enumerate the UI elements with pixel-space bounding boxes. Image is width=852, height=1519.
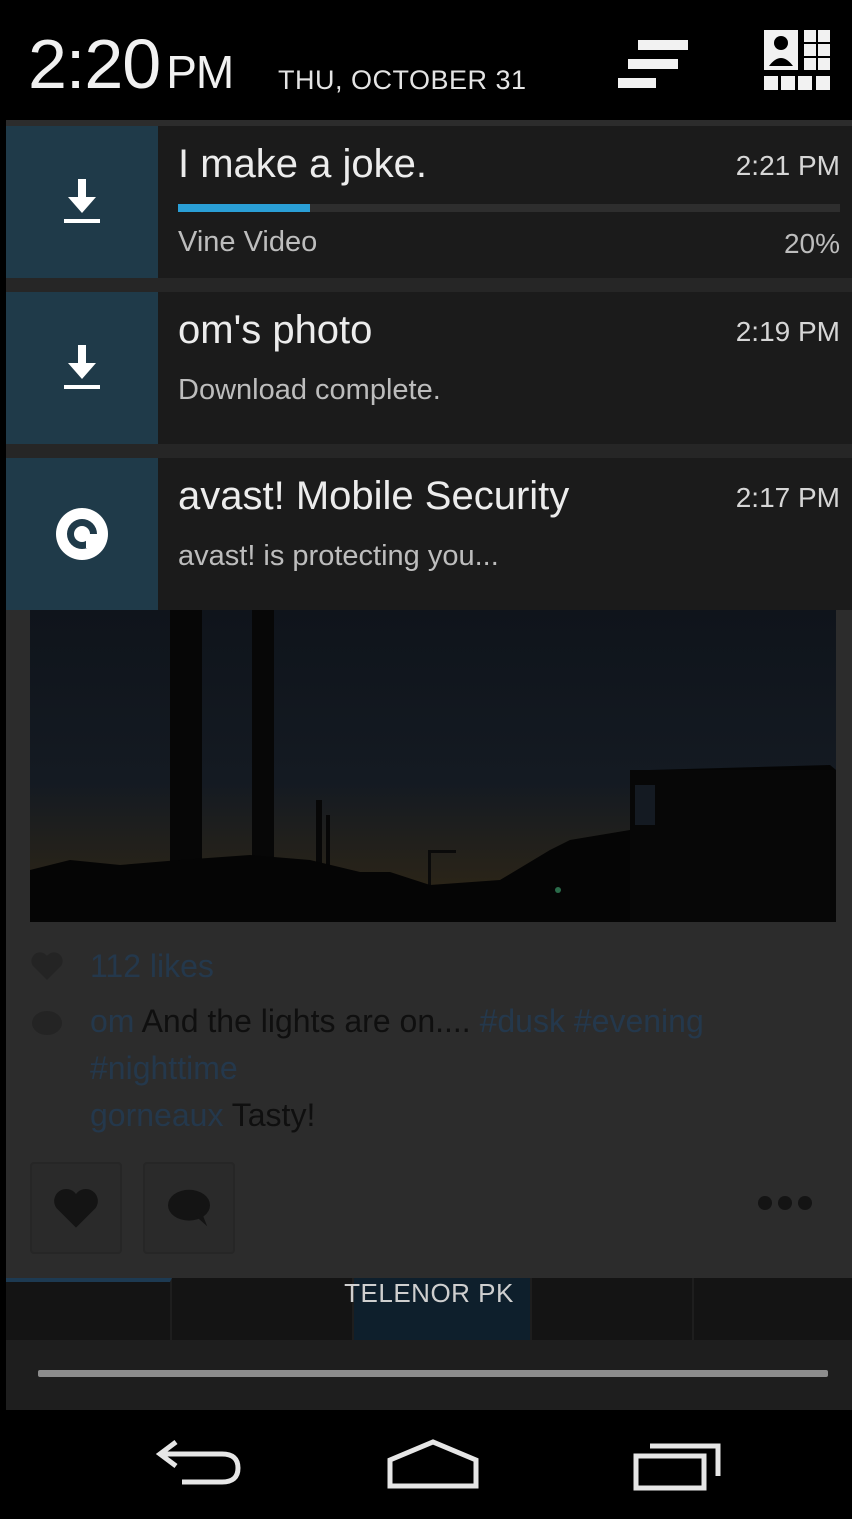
download-icon — [64, 179, 100, 223]
navigation-bar — [6, 1410, 852, 1519]
comment-user[interactable]: gorneaux — [90, 1097, 223, 1133]
download-progress-bar — [178, 204, 840, 212]
notification-title: avast! Mobile Security — [178, 474, 570, 518]
caption-text: And the lights are on.... — [134, 1003, 480, 1039]
quick-settings-grid-icon[interactable] — [764, 30, 830, 96]
carrier-label: TELENOR PK — [344, 1278, 514, 1308]
likes-row: 112 likes — [30, 946, 214, 986]
notification-subtitle: Vine Video — [178, 226, 318, 258]
sliders-icon[interactable] — [616, 36, 692, 92]
caption-line: om And the lights are on.... #dusk #even… — [30, 998, 820, 1045]
more-options-icon[interactable] — [758, 1196, 812, 1210]
comment-line: gorneaux Tasty! — [30, 1092, 820, 1139]
likes-count[interactable]: 112 likes — [90, 948, 214, 985]
comment-button[interactable] — [143, 1162, 235, 1254]
comment-text: Tasty! — [223, 1097, 316, 1133]
notification-vine-download[interactable]: I make a joke. 2:21 PM Vine Video 20% — [6, 126, 852, 278]
status-bar: 2:20 PM THU, OCTOBER 31 — [6, 6, 852, 120]
phone-screen: 112 likes om And the lights are on.... #… — [6, 6, 852, 1519]
notification-subtitle: Download complete. — [178, 374, 441, 406]
notification-time: 2:17 PM — [735, 482, 840, 513]
shade-drag-handle[interactable] — [38, 1370, 828, 1377]
notification-divider — [6, 278, 852, 292]
notification-subtitle: avast! is protecting you... — [178, 540, 499, 572]
hashtag-evening[interactable]: #evening — [565, 1003, 704, 1039]
feed-photo — [30, 610, 836, 922]
back-icon[interactable] — [142, 1434, 252, 1494]
hashtag-nighttime[interactable]: #nighttime — [90, 1050, 238, 1086]
notification-title: om's photo — [178, 308, 373, 352]
comment-bubble-icon — [168, 1189, 210, 1227]
notification-time: 2:21 PM — [735, 150, 840, 181]
notification-photo-download[interactable]: om's photo 2:19 PM Download complete. — [6, 292, 852, 444]
caption-user[interactable]: om — [90, 1003, 134, 1039]
clock-ampm: PM — [166, 46, 234, 98]
comments: om And the lights are on.... #dusk #even… — [30, 998, 820, 1139]
notification-avast[interactable]: avast! Mobile Security 2:17 PM avast! is… — [6, 458, 852, 610]
notification-icon-box — [6, 126, 158, 278]
notification-icon-box — [6, 458, 158, 610]
progress-fill — [178, 204, 311, 212]
download-icon — [64, 345, 100, 389]
notification-time: 2:19 PM — [735, 316, 840, 347]
recents-icon[interactable] — [622, 1434, 732, 1494]
heart-icon — [31, 952, 63, 980]
progress-percent: 20% — [783, 228, 840, 259]
hashtag-dusk[interactable]: #dusk — [480, 1003, 565, 1039]
avast-icon — [56, 508, 108, 560]
notification-title: I make a joke. — [178, 142, 428, 186]
home-icon[interactable] — [378, 1434, 488, 1494]
shade-handle-area[interactable] — [6, 1340, 852, 1410]
clock-time: 2:20 — [28, 25, 161, 103]
comment-bubble-icon — [32, 1010, 62, 1035]
caption-line-2: #nighttime — [30, 1045, 820, 1092]
notification-icon-box — [6, 292, 158, 444]
heart-icon — [54, 1188, 98, 1228]
clock: 2:20 PM — [28, 24, 234, 104]
like-button[interactable] — [30, 1162, 122, 1254]
notification-divider — [6, 444, 852, 458]
date[interactable]: THU, OCTOBER 31 — [278, 65, 527, 96]
